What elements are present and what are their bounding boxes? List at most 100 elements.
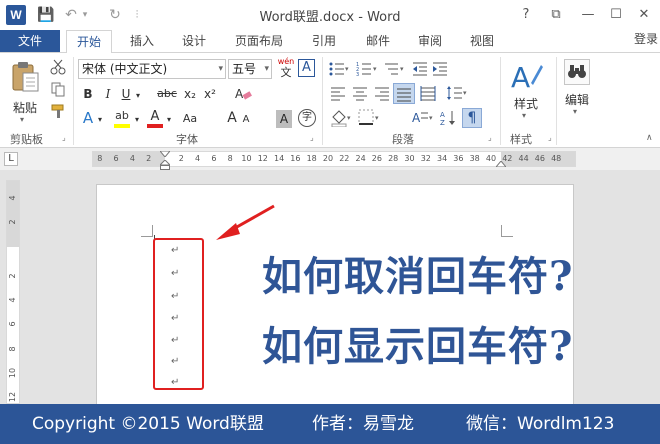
copy-icon[interactable] [50,81,66,97]
tab-home[interactable]: 开始 [66,30,112,53]
divider [500,57,501,145]
word-logo-icon: W [6,5,26,25]
italic-button[interactable]: I [100,85,116,103]
phonetic-guide-button[interactable]: wén 文 [276,57,296,79]
font-size-value: 五号 [232,62,257,76]
paragraph-launcher-icon[interactable]: ⌟ [488,133,497,142]
undo-icon[interactable]: ↶ [62,5,80,25]
chevron-down-icon[interactable]: ▾ [134,87,142,105]
tab-review[interactable]: 审阅 [408,30,452,52]
styles-gallery-button[interactable]: A 样式 ▾ [506,59,546,125]
tab-design[interactable]: 设计 [172,30,216,52]
bold-button[interactable]: B [80,85,96,103]
phonetic-base-icon: 文 [280,66,292,79]
show-hide-marks-button[interactable]: ¶ [462,108,482,128]
grow-font-button[interactable]: A [225,109,239,127]
font-size-select[interactable]: 五号 ▾ [228,59,272,79]
justify-button[interactable] [393,83,415,104]
ruler-tick-label: 44 [518,154,529,163]
ruler-tick-label: 30 [404,154,415,163]
chinese-layout-icon[interactable]: A ▾ [412,109,434,127]
font-color-button[interactable]: A [146,109,164,129]
borders-icon[interactable]: ▾ [358,109,380,127]
multilevel-list-icon[interactable]: ▾ [384,61,406,77]
close-button[interactable]: ✕ [632,4,656,26]
undo-dropdown-icon[interactable]: ▾ [80,5,90,25]
hanging-indent-marker[interactable] [160,160,170,170]
ruler-tick-label: 26 [371,154,382,163]
tab-view[interactable]: 视图 [460,30,504,52]
subscript-button[interactable]: x₂ [182,85,198,103]
ruler-tick-label: 6 [113,154,119,163]
shading-icon[interactable]: ▾ [330,109,352,127]
chevron-down-icon[interactable]: ▾ [133,111,141,129]
align-right-icon[interactable] [374,85,390,101]
superscript-button[interactable]: x² [202,85,218,103]
ruler-tick-label: 24 [355,154,366,163]
tab-selector[interactable]: L [4,152,18,166]
align-left-icon[interactable] [330,85,346,101]
underline-button[interactable]: U [118,85,134,103]
strikethrough-button[interactable]: abc [156,85,178,103]
tab-mailings[interactable]: 邮件 [356,30,400,52]
align-center-icon[interactable] [352,85,368,101]
font-family-select[interactable]: 宋体 (中文正文) ▾ [78,59,226,79]
paragraph-group-label: 段落 [392,133,414,146]
clipboard-launcher-icon[interactable]: ⌟ [62,133,71,142]
horizontal-ruler[interactable]: 8 6 4 2 2 4 6 8 10 12 14 16 18 20 22 24 26 28 30 32 34 36 38 40… [92,151,576,170]
collapse-ribbon-icon[interactable]: ∧ [646,133,653,143]
minimize-button[interactable]: — [576,4,600,26]
shrink-font-button[interactable]: A [240,111,252,129]
save-icon[interactable]: 💾 [36,5,56,25]
tab-insert[interactable]: 插入 [120,30,164,52]
right-indent-marker[interactable] [496,161,506,167]
ribbon-display-options-icon[interactable]: ⧉ [544,4,568,26]
text-effects-button[interactable]: A [80,109,96,127]
ruler-tick-label: 14 [274,154,285,163]
redo-icon[interactable]: ↻ [106,5,124,25]
editing-button[interactable]: 编辑 ▾ [560,57,594,123]
tab-references[interactable]: 引用 [302,30,346,52]
svg-text:▾: ▾ [429,114,433,122]
ruler-tick-label: 2 [8,273,17,279]
character-border-button[interactable]: A [298,59,315,77]
ruler-tick-label: 28 [388,154,399,163]
bullets-icon[interactable]: ▾ [328,61,350,77]
tab-file[interactable]: 文件 [0,30,60,52]
help-button[interactable]: ? [514,4,538,26]
chevron-down-icon[interactable]: ▾ [96,111,104,129]
numbering-icon[interactable]: 123 ▾ [356,61,378,77]
title-bar: W 💾 ↶ ▾ ↻ ⫶ Word联盟.docx - Word ? ⧉ — ☐ ✕ [0,0,660,30]
decrease-indent-icon[interactable] [412,61,428,77]
divider [73,57,74,145]
tab-page-layout[interactable]: 页面布局 [226,30,292,52]
login-link[interactable]: 登录 [634,30,658,48]
footer-wechat: 微信：Wordlm123 [466,414,615,434]
first-line-indent-marker[interactable] [160,151,170,157]
chevron-down-icon[interactable]: ▾ [165,111,173,129]
customize-quick-access-icon[interactable]: ⫶ [130,5,144,25]
format-painter-icon[interactable] [50,103,66,119]
cut-icon[interactable] [50,59,66,75]
clear-formatting-icon[interactable]: A [234,86,252,102]
ruler-tick-label: 8 [97,154,103,163]
paste-button[interactable]: 粘贴 ▾ [8,59,42,124]
increase-indent-icon[interactable] [432,61,448,77]
sort-icon[interactable]: AZ [440,109,458,127]
styles-icon: A [511,61,543,93]
enclose-characters-button[interactable]: 字 [298,109,316,127]
line-spacing-icon[interactable]: ▾ [446,85,468,101]
ruler-tick-label: 4 [195,154,201,163]
maximize-button[interactable]: ☐ [604,4,628,26]
editing-label: 编辑 [564,93,589,107]
distributed-icon[interactable] [420,85,436,101]
vertical-ruler[interactable]: 4 2 2 4 6 8 10 12 [6,180,20,404]
highlight-color-button[interactable]: ab [112,109,132,129]
character-shading-button[interactable]: A [276,110,292,128]
svg-text:A: A [235,87,244,101]
justify-icon [397,88,411,102]
divider [322,57,323,145]
svg-text:▾: ▾ [373,65,377,73]
change-case-button[interactable]: Aa [180,110,200,128]
font-launcher-icon[interactable]: ⌟ [310,133,319,142]
